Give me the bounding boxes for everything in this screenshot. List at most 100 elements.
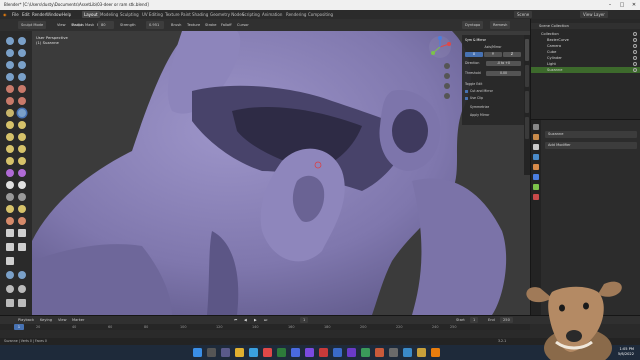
pose-brush-icon[interactable]	[18, 145, 26, 153]
play-reverse-icon[interactable]: ◀	[244, 316, 247, 324]
marker-menu[interactable]: Marker	[72, 316, 84, 324]
transform-tool-icon[interactable]	[18, 299, 26, 307]
modifier-tab-icon[interactable]	[533, 174, 539, 180]
playhead-marker[interactable]: 1	[14, 324, 24, 330]
keying-menu[interactable]: Keying	[40, 316, 52, 324]
output-tab-icon[interactable]	[533, 144, 539, 150]
box-trim-icon[interactable]	[18, 243, 26, 251]
snake-hook-brush-icon[interactable]	[18, 133, 26, 141]
timeline-view-menu[interactable]: View	[58, 316, 67, 324]
zoom-app-icon[interactable]	[403, 348, 412, 357]
notes-icon[interactable]	[417, 348, 426, 357]
axis-y-button[interactable]: Y	[484, 52, 502, 57]
tab-layout[interactable]: Layout	[82, 11, 100, 18]
tab-rendering[interactable]: Rendering	[284, 11, 308, 18]
crease-brush-icon[interactable]	[6, 85, 14, 93]
menu-file[interactable]: File	[12, 10, 19, 19]
multires-smear-icon[interactable]	[18, 205, 26, 213]
cloth-brush-icon[interactable]	[6, 181, 14, 189]
rotate-brush-icon[interactable]	[18, 157, 26, 165]
flatten-brush-icon[interactable]	[6, 97, 14, 105]
timeline-ruler[interactable]: 1 20 40 60 80 100 120 140 160 180 200 22…	[0, 324, 530, 330]
tab-scripting[interactable]: Scripting	[240, 11, 262, 18]
perspective-toggle-icon[interactable]	[444, 93, 450, 99]
axis-z-button[interactable]: Z	[503, 52, 521, 57]
symmetrize-button[interactable]: Symmetrize	[470, 105, 521, 110]
maximize-button[interactable]: □	[616, 0, 628, 10]
mode-selector[interactable]: Sculpt Mode	[18, 21, 47, 29]
pinch-brush-icon[interactable]	[6, 121, 14, 129]
app-icon[interactable]	[305, 348, 314, 357]
sidebar-tab-edit[interactable]	[525, 91, 529, 113]
cut-mirror-checkbox[interactable]: Cut and Mirror	[470, 89, 521, 94]
task-view-icon[interactable]	[221, 348, 230, 357]
clay-brush-icon[interactable]	[6, 49, 14, 57]
line-project-icon[interactable]	[6, 257, 14, 265]
object-tab-icon[interactable]	[533, 164, 539, 170]
clay-thumb-brush-icon[interactable]	[6, 61, 14, 69]
clay-strips-brush-icon[interactable]	[18, 49, 26, 57]
remesh-menu[interactable]: Remesh	[490, 21, 511, 29]
simplify-brush-icon[interactable]	[18, 181, 26, 189]
threshold-field[interactable]: 0.00	[486, 71, 521, 76]
mail-icon[interactable]	[291, 348, 300, 357]
menu-window[interactable]: Window	[46, 10, 62, 19]
obs-icon[interactable]	[389, 348, 398, 357]
radius-field[interactable]: 80 px	[98, 21, 114, 35]
object-name-field[interactable]: Suzanne	[545, 131, 637, 138]
playback-menu[interactable]: Playback	[18, 316, 34, 324]
store-icon[interactable]	[277, 348, 286, 357]
smooth-brush-icon[interactable]	[18, 85, 26, 93]
sculpt-mesh[interactable]	[32, 31, 530, 315]
visibility-eye-icon[interactable]	[633, 68, 637, 72]
3d-viewport[interactable]: User Perspective (1) Suzanne	[32, 31, 530, 315]
fill-brush-icon[interactable]	[18, 97, 26, 105]
cut-mirror-check-icon[interactable]	[465, 90, 468, 93]
outliner-item-selected[interactable]: Suzanne	[531, 67, 640, 73]
axis-x-button[interactable]: X	[465, 52, 483, 57]
box-face-set-icon[interactable]	[6, 243, 14, 251]
photos-icon[interactable]	[375, 348, 384, 357]
tool-tab-icon[interactable]	[533, 124, 539, 130]
visibility-eye-icon[interactable]	[633, 44, 637, 48]
scale-tool-icon[interactable]	[6, 299, 14, 307]
visibility-eye-icon[interactable]	[633, 38, 637, 42]
slide-relax-brush-icon[interactable]	[6, 169, 14, 177]
cloth-filter-icon[interactable]	[18, 271, 26, 279]
minimize-button[interactable]: –	[604, 0, 616, 10]
jump-end-icon[interactable]: ⏭	[264, 316, 267, 324]
tab-uv-editing[interactable]: UV Editing	[140, 11, 165, 18]
falloff-menu[interactable]: Falloff	[218, 21, 235, 29]
camera-view-icon[interactable]	[444, 83, 450, 89]
sidebar-tab-item[interactable]	[525, 117, 529, 139]
inflate-brush-icon[interactable]	[6, 73, 14, 81]
cursor-menu[interactable]: Cursor	[234, 21, 252, 29]
render-tab-icon[interactable]	[533, 134, 539, 140]
paint-brush-icon[interactable]	[6, 217, 14, 225]
sidebar-tab-view[interactable]	[525, 65, 529, 87]
jump-start-icon[interactable]: ⏮	[234, 316, 237, 324]
data-tab-icon[interactable]	[533, 184, 539, 190]
visibility-eye-icon[interactable]	[633, 56, 637, 60]
discord-icon[interactable]	[347, 348, 356, 357]
dyntopo-menu[interactable]: Dyntopo	[462, 21, 484, 29]
scrape-brush-icon[interactable]	[6, 109, 14, 117]
brush-menu[interactable]: Brush	[168, 21, 184, 29]
word-icon[interactable]	[333, 348, 342, 357]
use-clip-checkbox[interactable]: Use Clip	[470, 96, 521, 101]
draw-face-sets-icon[interactable]	[18, 193, 26, 201]
boundary-brush-icon[interactable]	[18, 169, 26, 177]
blender-taskbar-icon[interactable]	[431, 348, 440, 357]
spotify-icon[interactable]	[361, 348, 370, 357]
zoom-icon[interactable]	[444, 63, 450, 69]
material-tab-icon[interactable]	[533, 194, 539, 200]
nudge-brush-icon[interactable]	[6, 157, 14, 165]
draw-sharp-brush-icon[interactable]	[18, 37, 26, 45]
close-button[interactable]: ✕	[628, 0, 640, 10]
tab-animation[interactable]: Animation	[260, 11, 284, 18]
office-icon[interactable]	[319, 348, 328, 357]
apply-mirror-button[interactable]: Apply Mirror	[470, 113, 521, 118]
view-menu[interactable]: View	[54, 21, 69, 29]
stroke-menu[interactable]: Stroke	[202, 21, 219, 29]
pan-icon[interactable]	[444, 73, 450, 79]
